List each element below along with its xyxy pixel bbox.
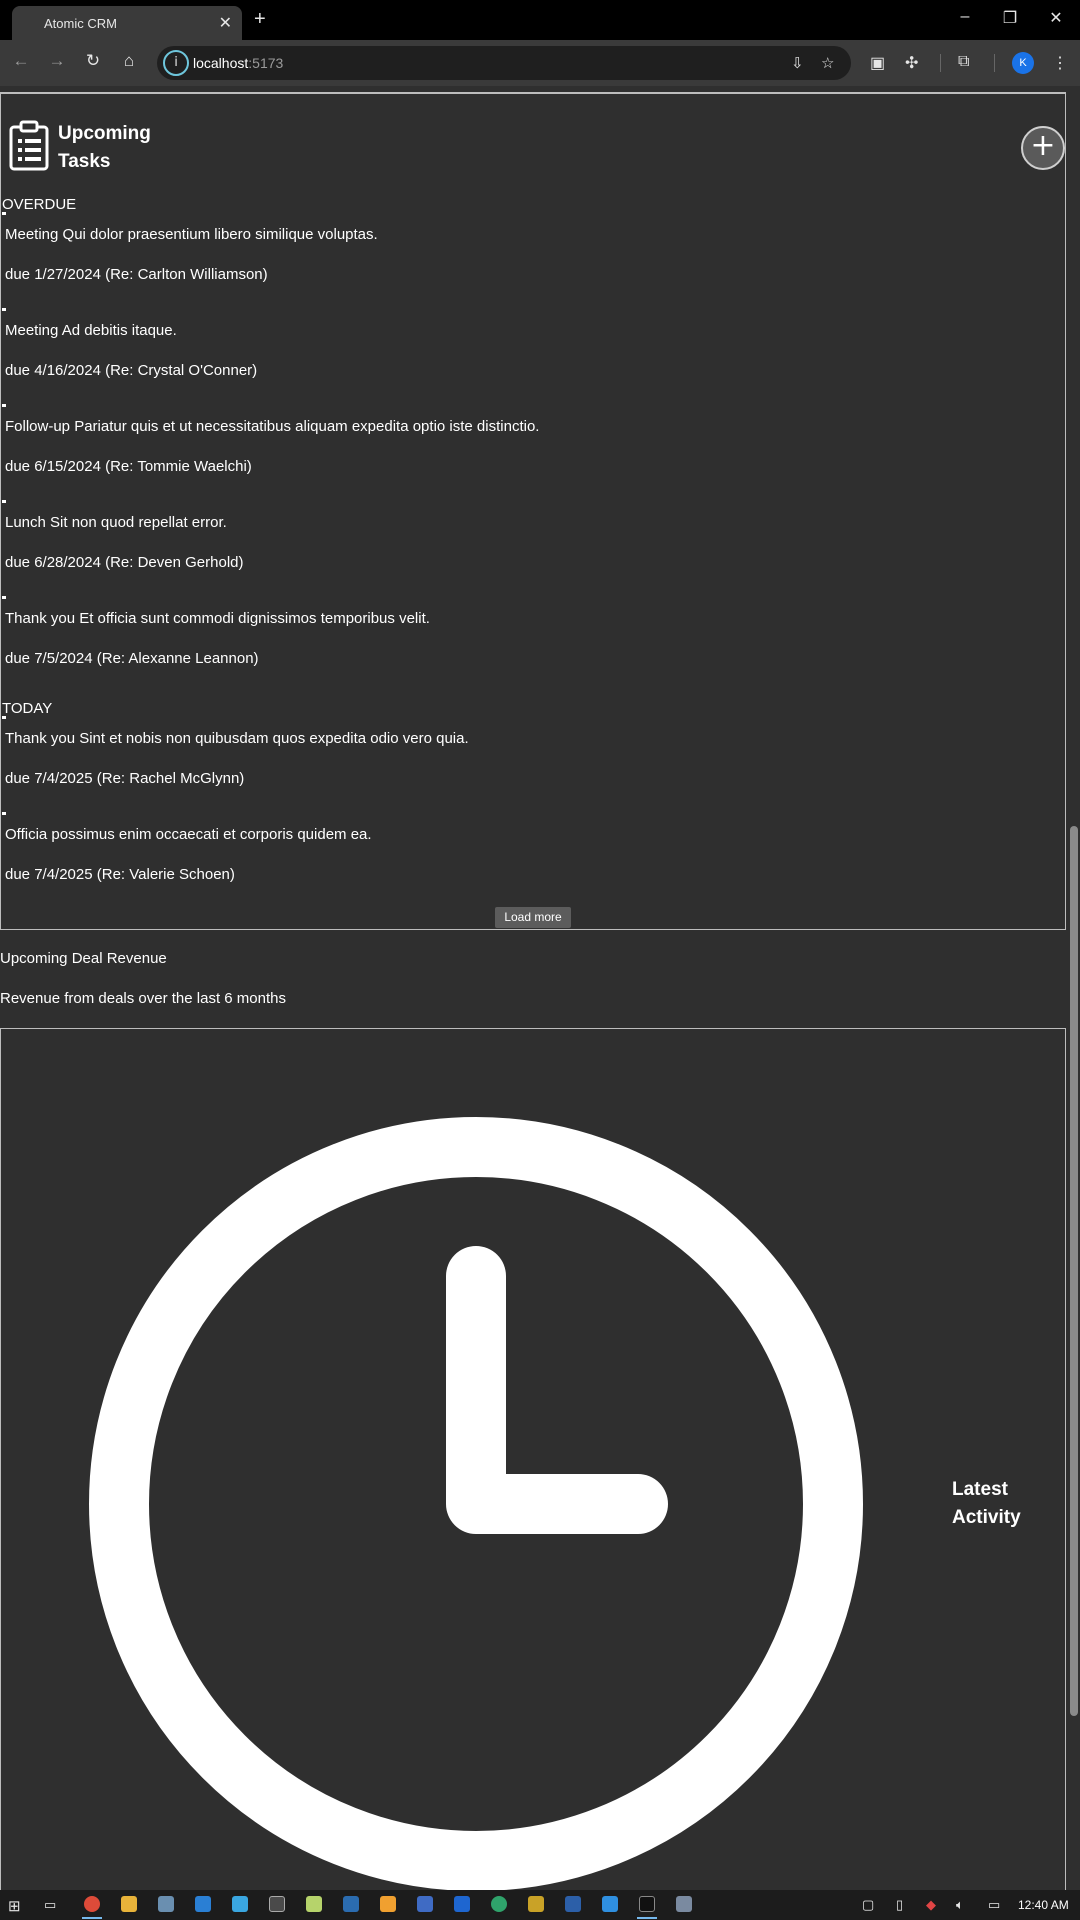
tab-search-icon[interactable]: ⧉ xyxy=(958,53,969,71)
task-due: due 6/15/2024 (Re: Tommie Waelchi) xyxy=(5,458,252,475)
password-manager-icon[interactable]: ▣ xyxy=(870,53,885,73)
toolbar-divider xyxy=(994,54,995,72)
task-bullet xyxy=(2,500,6,503)
back-icon[interactable]: ← xyxy=(10,51,32,71)
taskbar-app-icon[interactable] xyxy=(528,1896,544,1912)
bookmark-star-icon[interactable]: ☆ xyxy=(821,54,834,72)
task-due: due 1/27/2024 (Re: Carlton Williamson) xyxy=(5,266,268,283)
close-window-button[interactable]: ✕ xyxy=(1046,8,1066,28)
active-app-indicator xyxy=(637,1917,657,1919)
task-bullet xyxy=(2,404,6,407)
tasks-title: Upcoming Tasks xyxy=(58,123,151,172)
task-bullet xyxy=(2,812,6,815)
toolbar-divider xyxy=(940,54,941,72)
browser-tab-strip: Atomic CRM ✕ + – ❐ ✕ xyxy=(0,0,1080,40)
task-bullet xyxy=(2,596,6,599)
task-view-icon[interactable]: ▭ xyxy=(44,1897,56,1913)
tab-close-icon[interactable]: ✕ xyxy=(219,13,232,33)
clipboard-list-icon xyxy=(9,120,49,171)
windows-taskbar: ⊞ ▭ ▢ ▯ ◆ 🔈︎ ▭ 12:40 AM xyxy=(0,1890,1080,1920)
tab-title: Atomic CRM xyxy=(44,16,117,31)
new-tab-button[interactable]: + xyxy=(254,8,266,31)
url-host: localhost xyxy=(193,55,249,71)
notepad-app-icon[interactable] xyxy=(306,1896,322,1912)
notification-icon[interactable]: ▢ xyxy=(862,1897,874,1913)
menu-icon[interactable]: ⋮ xyxy=(1052,53,1068,73)
taskbar-app-icon[interactable] xyxy=(232,1896,248,1912)
task-text: Thank you Et officia sunt commodi dignis… xyxy=(5,610,430,627)
revenue-title: Upcoming Deal Revenue xyxy=(0,950,167,967)
task-due: due 7/4/2025 (Re: Rachel McGlynn) xyxy=(5,770,245,787)
overdue-section-label: OVERDUE xyxy=(2,196,77,213)
file-explorer-icon[interactable] xyxy=(121,1896,137,1912)
network-icon[interactable]: ▭ xyxy=(988,1897,1000,1913)
extensions-icon[interactable]: ✣ xyxy=(905,53,918,73)
home-icon[interactable]: ⌂ xyxy=(118,51,140,71)
task-text: Meeting Qui dolor praesentium libero sim… xyxy=(5,226,378,243)
taskbar-app-icon[interactable] xyxy=(639,1896,655,1912)
task-text: Follow-up Pariatur quis et ut necessitat… xyxy=(5,418,540,435)
taskbar-app-icon[interactable] xyxy=(195,1896,211,1912)
task-text: Thank you Sint et nobis non quibusdam qu… xyxy=(5,730,469,747)
task-due: due 4/16/2024 (Re: Crystal O'Conner) xyxy=(5,362,258,379)
system-clock[interactable]: 12:40 AM xyxy=(1018,1898,1069,1912)
settings-app-icon[interactable] xyxy=(158,1896,174,1912)
volume-icon[interactable]: 🔈︎ xyxy=(956,1897,964,1913)
address-bar[interactable]: i localhost:5173 ⇩ ☆ xyxy=(157,46,851,80)
install-app-icon[interactable]: ⇩ xyxy=(791,54,804,72)
chrome-app-icon[interactable] xyxy=(84,1896,100,1912)
taskbar-app-icon[interactable] xyxy=(380,1896,396,1912)
revenue-subtitle: Revenue from deals over the last 6 month… xyxy=(0,990,286,1007)
terminal-app-icon[interactable] xyxy=(269,1896,285,1912)
taskbar-app-icon[interactable] xyxy=(417,1896,433,1912)
task-due: due 7/4/2025 (Re: Valerie Schoen) xyxy=(5,866,235,883)
add-task-button[interactable]: + xyxy=(1021,126,1065,170)
restore-button[interactable]: ❐ xyxy=(1000,8,1020,28)
vscode-app-icon[interactable] xyxy=(602,1896,618,1912)
edge-app-icon[interactable] xyxy=(491,1896,507,1912)
url-port: :5173 xyxy=(248,55,284,71)
powershell-app-icon[interactable] xyxy=(565,1896,581,1912)
security-shield-icon[interactable]: ◆ xyxy=(926,1897,936,1913)
site-info-icon[interactable]: i xyxy=(163,50,189,76)
task-due: due 6/28/2024 (Re: Deven Gerhold) xyxy=(5,554,244,571)
task-due: due 7/5/2024 (Re: Alexanne Leannon) xyxy=(5,650,259,667)
forward-icon[interactable]: → xyxy=(46,51,68,71)
active-app-indicator xyxy=(82,1917,102,1919)
taskbar-app-icon[interactable] xyxy=(676,1896,692,1912)
profile-avatar[interactable]: K xyxy=(1012,52,1034,74)
reload-icon[interactable]: ↻ xyxy=(82,51,104,71)
task-text: Lunch Sit non quod repellat error. xyxy=(5,514,227,531)
page-viewport: Upcoming Tasks + OVERDUE Meeting Qui dol… xyxy=(0,86,1068,1890)
load-more-button[interactable]: Load more xyxy=(495,907,571,928)
task-text: Meeting Ad debitis itaque. xyxy=(5,322,177,339)
url-text[interactable]: localhost:5173 xyxy=(193,55,283,71)
browser-tab[interactable]: Atomic CRM ✕ xyxy=(12,6,242,40)
page-scrollbar[interactable] xyxy=(1068,86,1080,1890)
clock-icon xyxy=(89,1117,863,1890)
upcoming-tasks-card: Upcoming Tasks + OVERDUE Meeting Qui dol… xyxy=(0,92,1066,930)
task-text: Officia possimus enim occaecati et corpo… xyxy=(5,826,372,843)
scrollbar-thumb[interactable] xyxy=(1070,826,1078,1716)
taskbar-app-icon[interactable] xyxy=(343,1896,359,1912)
taskbar-app-icon[interactable] xyxy=(454,1896,470,1912)
latest-activity-title: Latest Activity xyxy=(952,1479,1021,1528)
today-section-label: TODAY xyxy=(2,700,53,717)
usb-icon[interactable]: ▯ xyxy=(896,1897,903,1913)
task-bullet xyxy=(2,212,6,215)
browser-toolbar: ← → ↻ ⌂ i localhost:5173 ⇩ ☆ ▣ ✣ ⧉ K ⋮ xyxy=(0,40,1080,86)
task-bullet xyxy=(2,716,6,719)
windows-start-icon[interactable]: ⊞ xyxy=(8,1897,21,1915)
task-bullet xyxy=(2,308,6,311)
minimize-button[interactable]: – xyxy=(955,8,975,26)
